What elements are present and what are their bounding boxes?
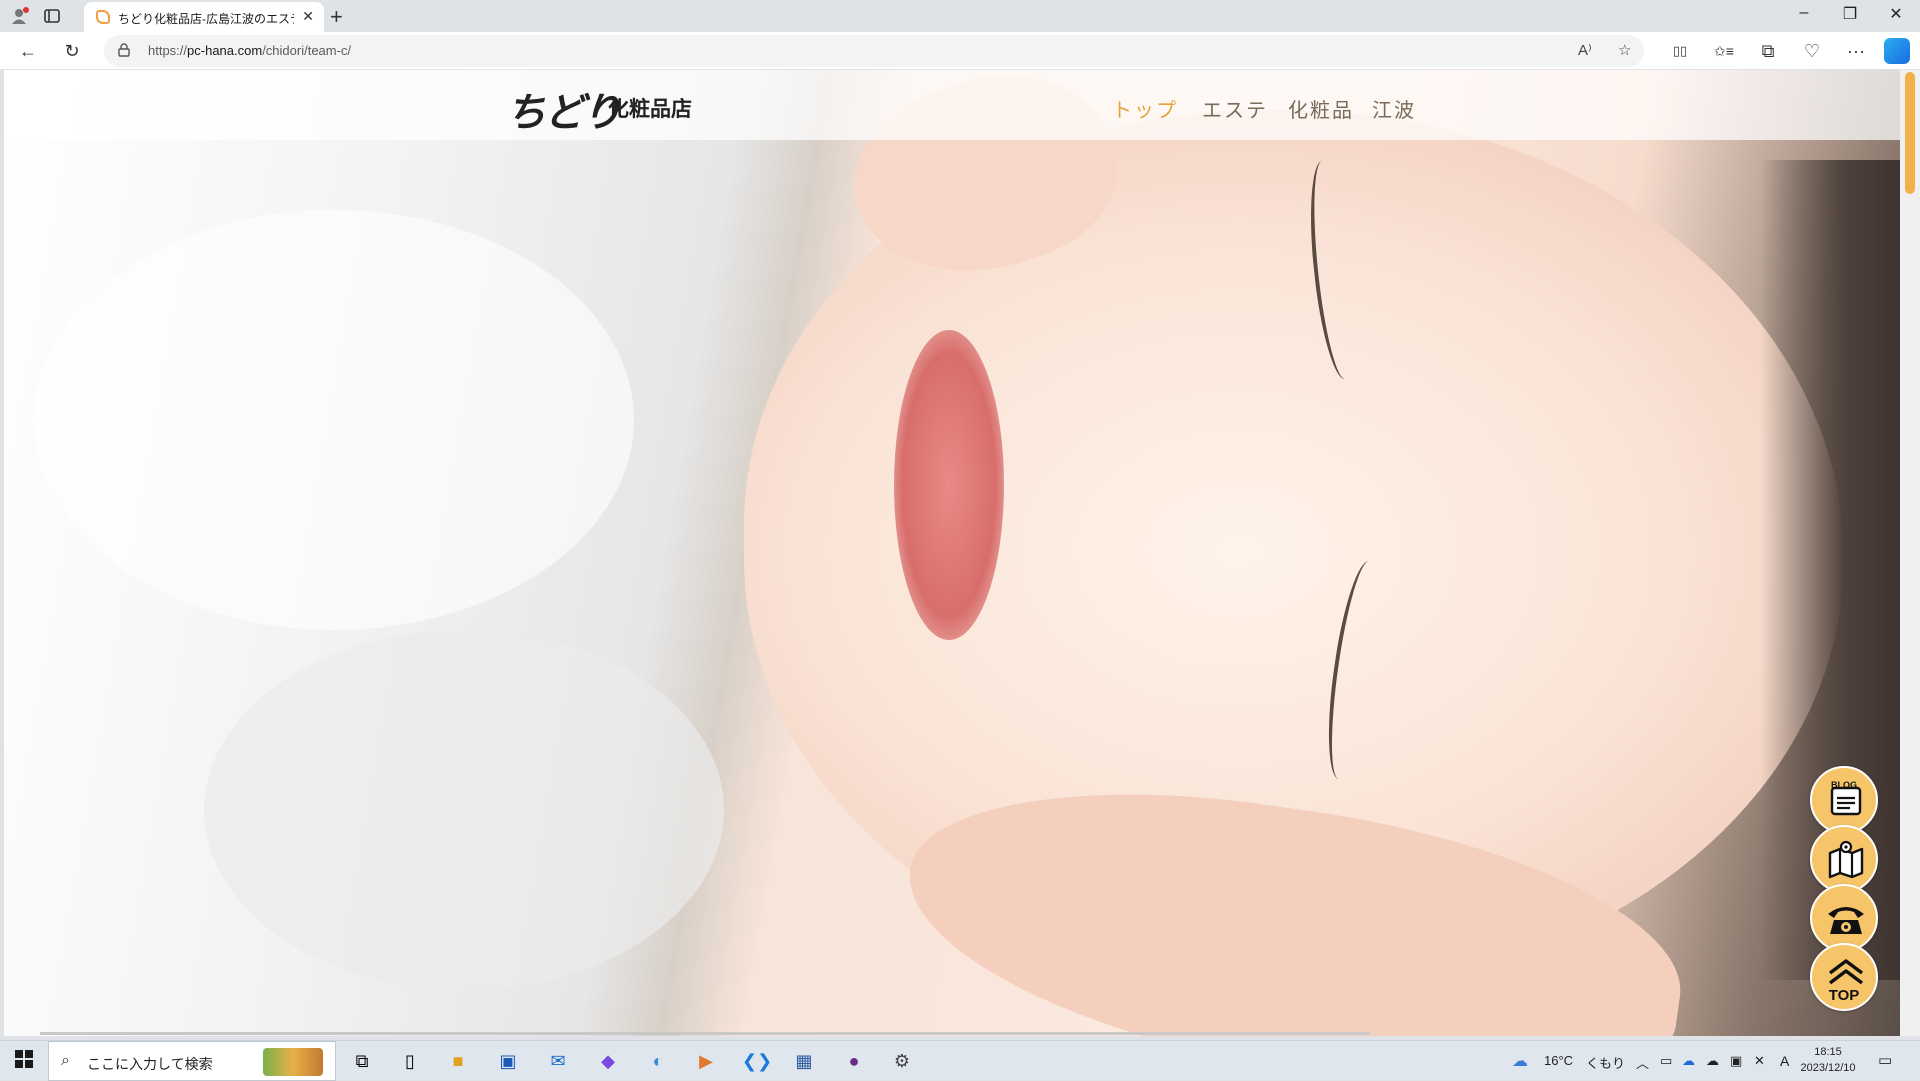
url-path: /chidori/team-c/: [262, 43, 352, 58]
map-icon: [1828, 840, 1864, 879]
back-button[interactable]: ←: [16, 40, 40, 62]
copilot-app-icon[interactable]: ◆: [596, 1049, 620, 1073]
weather-temp[interactable]: 16°C: [1544, 1053, 1573, 1068]
store-icon[interactable]: ▣: [496, 1049, 520, 1073]
lips-shape: [894, 330, 1004, 640]
search-icon: ⌕: [61, 1052, 70, 1069]
cloud-sync-icon[interactable]: ☁: [1706, 1053, 1719, 1069]
nav-eba[interactable]: 江波: [1372, 94, 1416, 123]
nav-top[interactable]: トップ: [1112, 94, 1178, 123]
chevron-up-icon: [1828, 959, 1864, 985]
vertical-scrollbar[interactable]: [1900, 70, 1920, 1036]
site-header: ちどり 化粧品店 トップ エステ 化粧品 江波: [4, 70, 1900, 140]
settings-gear-icon[interactable]: ⚙: [890, 1049, 914, 1073]
profile-icon[interactable]: [10, 6, 30, 26]
browser-tab-bar: ちどり化粧品店-広島江波のエステ・化粧品 ✕ + – ❐ ✕: [0, 0, 1920, 32]
onedrive-icon[interactable]: ☁: [1682, 1053, 1695, 1069]
show-hidden-icons-icon[interactable]: ︿: [1636, 1053, 1649, 1072]
more-menu-icon[interactable]: ···: [1844, 40, 1868, 62]
tab-title: ちどり化粧品店-広島江波のエステ・化粧品: [118, 12, 294, 26]
url-host: pc-hana.com: [187, 43, 263, 58]
horizontal-scrollbar[interactable]: [40, 1032, 1370, 1035]
notepad-icon[interactable]: ▯: [398, 1049, 422, 1073]
tab-actions-icon[interactable]: [42, 6, 62, 26]
restore-button[interactable]: ❐: [1830, 4, 1870, 24]
clock-date: 2023/12/10: [1800, 1062, 1856, 1074]
page-viewport: ちどり 化粧品店 トップ エステ 化粧品 江波 BLOG TOP: [4, 70, 1900, 1036]
collections-icon[interactable]: ⧉: [1756, 40, 1780, 62]
ime-indicator[interactable]: A: [1780, 1053, 1789, 1069]
vscode-icon[interactable]: ❮❯: [742, 1049, 772, 1073]
new-tab-button[interactable]: +: [330, 4, 343, 30]
favorites-icon[interactable]: ✩≡: [1712, 40, 1736, 62]
notification-icon[interactable]: ▭: [1878, 1051, 1892, 1069]
minimize-button[interactable]: –: [1784, 4, 1824, 22]
windows-start-icon[interactable]: [12, 1049, 36, 1073]
read-aloud-icon[interactable]: A⁾: [1578, 41, 1592, 59]
towel-highlight: [34, 210, 634, 630]
device-icon[interactable]: ▭: [1660, 1053, 1672, 1069]
weather-condition[interactable]: くもり: [1586, 1053, 1625, 1072]
top-label: TOP: [1828, 987, 1860, 1004]
podcast-app-icon[interactable]: ●: [842, 1049, 866, 1073]
close-tab-icon[interactable]: ✕: [302, 8, 314, 25]
search-highlight-image: [263, 1048, 323, 1076]
lock-icon[interactable]: [118, 43, 130, 57]
media-player-icon[interactable]: ▶: [694, 1049, 718, 1073]
nav-cosmetics[interactable]: 化粧品: [1288, 94, 1354, 123]
clock[interactable]: 18:15 2023/12/10: [1792, 1044, 1864, 1076]
blog-label: BLOG: [1831, 780, 1857, 790]
top-button[interactable]: TOP: [1810, 943, 1878, 1011]
weather-cloud-icon[interactable]: ☁: [1512, 1051, 1528, 1071]
logo-text[interactable]: 化粧品店: [608, 93, 692, 123]
edge-browser-icon[interactable]: ◐: [646, 1049, 670, 1073]
blog-button[interactable]: BLOG: [1810, 766, 1878, 834]
taskbar: ⌕ ここに入力して検索 ⧉ ▯ ■ ▣ ✉ ◆ ◐ ▶ ❮❯ ▦ ● ⚙ ☁ 1…: [0, 1040, 1920, 1081]
copilot-icon[interactable]: [1884, 38, 1910, 64]
nav-esthetic[interactable]: エステ: [1202, 94, 1268, 123]
mail-icon[interactable]: ✉: [546, 1049, 570, 1073]
phone-button[interactable]: [1810, 884, 1878, 952]
split-screen-icon[interactable]: ▯▯: [1668, 40, 1692, 62]
clock-time: 18:15: [1814, 1046, 1842, 1058]
towel-shadow: [204, 630, 724, 990]
tab-active[interactable]: ちどり化粧品店-広島江波のエステ・化粧品 ✕: [84, 2, 324, 32]
task-view-icon[interactable]: ⧉: [350, 1049, 374, 1073]
volume-muted-icon[interactable]: ✕: [1754, 1053, 1765, 1069]
calculator-icon[interactable]: ▦: [792, 1049, 816, 1073]
map-button[interactable]: [1810, 825, 1878, 893]
site-favicon-icon: [96, 10, 110, 24]
search-placeholder: ここに入力して検索: [87, 1056, 213, 1072]
phone-icon: [1828, 907, 1864, 934]
browser-toolbar: ← ↻ https://pc-hana.com/chidori/team-c/ …: [0, 32, 1920, 70]
scrollbar-thumb[interactable]: [1905, 72, 1915, 194]
url-text[interactable]: https://pc-hana.com/chidori/team-c/: [148, 43, 351, 58]
url-scheme: https://: [148, 43, 188, 58]
close-window-button[interactable]: ✕: [1876, 4, 1916, 24]
file-explorer-icon[interactable]: ■: [446, 1049, 470, 1073]
favorite-star-icon[interactable]: ☆: [1618, 41, 1631, 59]
hero-image: [4, 70, 1900, 1036]
taskbar-search[interactable]: ⌕ ここに入力して検索: [48, 1041, 336, 1081]
reload-button[interactable]: ↻: [60, 40, 84, 62]
logo-script[interactable]: ちどり: [506, 80, 622, 138]
browser-essentials-icon[interactable]: ♡: [1800, 40, 1824, 62]
network-icon[interactable]: ▣: [1730, 1053, 1742, 1069]
address-bar[interactable]: https://pc-hana.com/chidori/team-c/ A⁾ ☆: [104, 35, 1644, 67]
